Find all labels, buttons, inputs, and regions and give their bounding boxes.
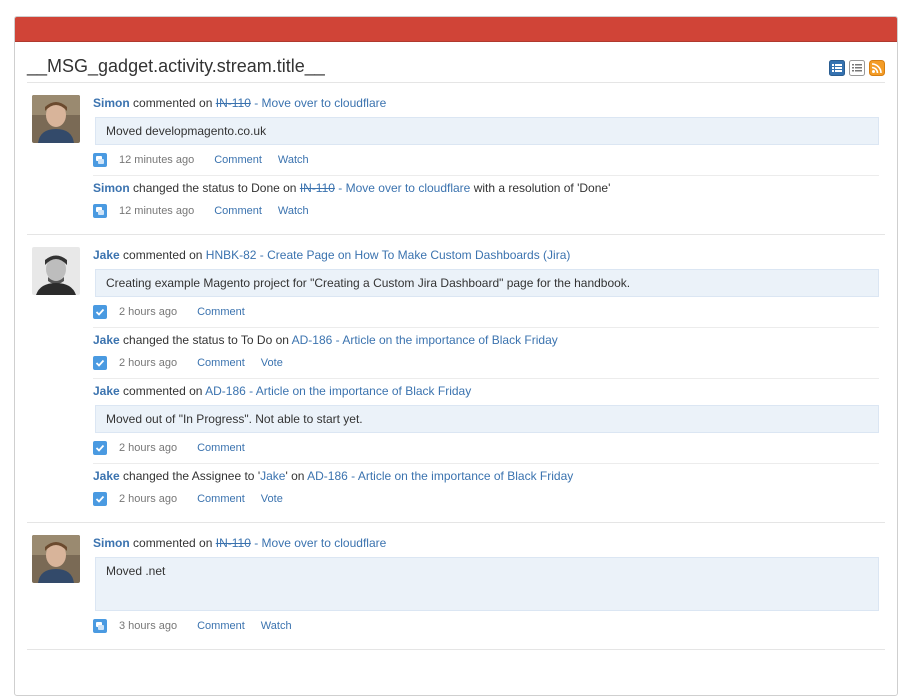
watch-action-link[interactable]: Watch (278, 205, 309, 217)
user-link[interactable]: Simon (93, 96, 130, 110)
issue-type-icon (93, 153, 107, 167)
task-checkbox-icon (93, 356, 107, 370)
activity-group: Simon commented on IN-110 - Move over to… (27, 523, 885, 650)
activity-item: Jake commented on HNBK-82 - Create Page … (93, 243, 879, 327)
activity-meta: 2 hours ago Comment (93, 437, 879, 459)
user-link[interactable]: Jake (93, 248, 120, 262)
activity-verb-2: ' on (285, 469, 305, 483)
activity-meta: 2 hours ago Comment (93, 301, 879, 323)
task-checkbox-icon (93, 305, 107, 319)
timestamp: 12 minutes ago (119, 205, 195, 217)
issue-link[interactable]: IN-110 - Move over to cloudflare (300, 181, 471, 195)
avatar[interactable] (32, 535, 80, 583)
issue-type-icon (93, 204, 107, 218)
activity-group: Jake commented on HNBK-82 - Create Page … (27, 235, 885, 523)
issue-link[interactable]: AD-186 - Article on the importance of Bl… (205, 384, 471, 398)
task-checkbox-icon (93, 441, 107, 455)
issue-title: - Move over to cloudflare (250, 96, 387, 110)
comment-action-link[interactable]: Comment (214, 154, 262, 166)
issue-link[interactable]: AD-186 - Article on the importance of Bl… (307, 469, 573, 483)
timestamp: 2 hours ago (119, 442, 178, 454)
timestamp: 12 minutes ago (119, 154, 195, 166)
activity-item: Simon commented on IN-110 - Move over to… (93, 531, 879, 641)
vote-action-link[interactable]: Vote (261, 493, 283, 505)
user-link[interactable]: Simon (93, 536, 130, 550)
assignee-link[interactable]: Jake (260, 469, 285, 483)
activity-verb: changed the Assignee to ' (123, 469, 261, 483)
issue-key: IN-110 (215, 96, 251, 110)
comment-action-link[interactable]: Comment (214, 205, 262, 217)
gadget-title: __MSG_gadget.activity.stream.title__ (27, 56, 325, 76)
activity-item: Jake changed the status to To Do on AD-1… (93, 327, 879, 378)
activity-suffix: with a resolution of 'Done' (473, 181, 611, 195)
activity-verb: commented on (123, 384, 203, 398)
comment-action-link[interactable]: Comment (197, 620, 245, 632)
header-icons (829, 60, 885, 76)
comment-box: Moved .net (95, 557, 879, 611)
activity-verb: changed the status to Done on (133, 181, 297, 195)
issue-type-icon (93, 619, 107, 633)
gadget-color-bar (15, 17, 897, 42)
activity-stream-gadget: __MSG_gadget.activity.stream.title__ Sim… (14, 16, 898, 696)
task-checkbox-icon (93, 492, 107, 506)
user-link[interactable]: Jake (93, 333, 120, 347)
activity-verb: changed the status to To Do on (123, 333, 289, 347)
issue-link[interactable]: IN-110 - Move over to cloudflare (216, 96, 387, 110)
activity-feed: Simon commented on IN-110 - Move over to… (27, 83, 885, 650)
watch-action-link[interactable]: Watch (261, 620, 292, 632)
activity-meta: 2 hours ago Comment Vote (93, 488, 879, 510)
issue-key: IN-110 (215, 536, 251, 550)
issue-title: - Move over to cloudflare (334, 181, 471, 195)
issue-link[interactable]: AD-186 - Article on the importance of Bl… (292, 333, 558, 347)
activity-group: Simon commented on IN-110 - Move over to… (27, 83, 885, 235)
avatar[interactable] (32, 247, 80, 295)
comment-action-link[interactable]: Comment (197, 357, 245, 369)
issue-title: - Move over to cloudflare (250, 536, 387, 550)
watch-action-link[interactable]: Watch (278, 154, 309, 166)
activity-item: Jake changed the Assignee to 'Jake' on A… (93, 463, 879, 514)
timestamp: 3 hours ago (119, 620, 178, 632)
comment-box: Creating example Magento project for "Cr… (95, 269, 879, 297)
issue-link[interactable]: IN-110 - Move over to cloudflare (216, 536, 387, 550)
issue-link[interactable]: HNBK-82 - Create Page on How To Make Cus… (206, 248, 571, 262)
activity-item: Simon changed the status to Done on IN-1… (93, 175, 879, 226)
comment-action-link[interactable]: Comment (197, 493, 245, 505)
timestamp: 2 hours ago (119, 493, 178, 505)
user-link[interactable]: Simon (93, 181, 130, 195)
comment-action-link[interactable]: Comment (197, 306, 245, 318)
activity-meta: 12 minutes ago Comment Watch (93, 149, 879, 171)
comment-box: Moved out of "In Progress". Not able to … (95, 405, 879, 433)
activity-item: Simon commented on IN-110 - Move over to… (93, 91, 879, 175)
activity-verb: commented on (123, 248, 203, 262)
timestamp: 2 hours ago (119, 306, 178, 318)
rss-feed-icon[interactable] (869, 60, 885, 76)
gadget-header: __MSG_gadget.activity.stream.title__ (27, 42, 885, 83)
timestamp: 2 hours ago (119, 357, 178, 369)
user-link[interactable]: Jake (93, 469, 120, 483)
vote-action-link[interactable]: Vote (261, 357, 283, 369)
activity-verb: commented on (133, 536, 213, 550)
activity-meta: 12 minutes ago Comment Watch (93, 200, 879, 222)
comment-action-link[interactable]: Comment (197, 442, 245, 454)
activity-meta: 3 hours ago Comment Watch (93, 615, 879, 637)
activity-item: Jake commented on AD-186 - Article on th… (93, 378, 879, 463)
activity-verb: commented on (133, 96, 213, 110)
activity-meta: 2 hours ago Comment Vote (93, 352, 879, 374)
user-link[interactable]: Jake (93, 384, 120, 398)
list-view-icon[interactable] (849, 60, 865, 76)
issue-key: IN-110 (299, 181, 335, 195)
avatar[interactable] (32, 95, 80, 143)
comment-box: Moved developmagento.co.uk (95, 117, 879, 145)
full-view-icon[interactable] (829, 60, 845, 76)
